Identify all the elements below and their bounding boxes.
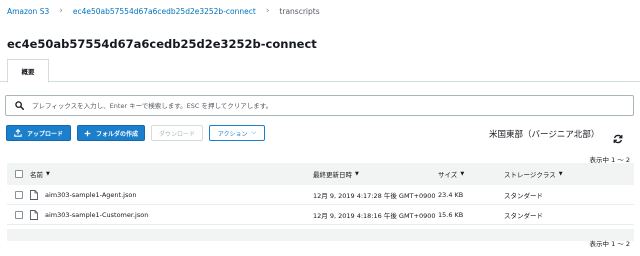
file-icon xyxy=(30,189,39,200)
sort-caret-icon: ▼ xyxy=(460,171,465,177)
cell-modified: 12月 9, 2019 4:17:28 午後 GMT+0900 xyxy=(313,191,436,200)
tab-overview[interactable]: 概要 xyxy=(7,59,49,83)
region-label: 米国東部（バージニア北部） xyxy=(489,130,600,140)
column-header-size-label: サイズ xyxy=(438,171,458,179)
breadcrumb-bucket-link[interactable]: ec4e50ab57554d67a6cedb25d2e3252b-connect xyxy=(73,7,256,16)
select-all-checkbox[interactable] xyxy=(14,170,23,178)
column-header-name[interactable]: 名前 ▼ xyxy=(30,169,313,179)
search-icon xyxy=(13,100,25,112)
chevron-down-icon: ⌵ xyxy=(251,129,257,136)
cell-modified: 12月 9, 2019 4:18:16 午後 GMT+0900 xyxy=(313,211,436,220)
table-row[interactable]: aim303-sample1-Customer.json 12月 9, 2019… xyxy=(7,205,634,225)
upload-icon xyxy=(14,129,22,137)
sort-caret-icon: ▼ xyxy=(355,171,359,177)
file-name-link[interactable]: aim303-sample1-Customer.json xyxy=(45,211,148,219)
upload-button-label: アップロード xyxy=(26,130,63,138)
tab-bar: 概要 xyxy=(0,58,640,83)
page-title: ec4e50ab57554d67a6cedb25d2e3252b-connect xyxy=(7,37,317,51)
toolbar: アップロード フォルダの作成 ダウンロード アクション ⌵ xyxy=(6,125,271,141)
upload-button[interactable]: アップロード xyxy=(6,125,71,141)
column-header-storage-class[interactable]: ストレージクラス ▼ xyxy=(504,169,634,179)
cell-storage-class: スタンダード xyxy=(504,191,543,200)
row-checkbox[interactable] xyxy=(14,210,23,219)
breadcrumb-separator: › xyxy=(59,5,63,16)
row-checkbox[interactable] xyxy=(14,190,23,199)
column-header-modified[interactable]: 最終更新日時 ▼ xyxy=(313,169,438,179)
pagination-status-bottom: 表示中 1 ～ 2 xyxy=(589,240,630,248)
objects-table: 名前 ▼ 最終更新日時 ▼ サイズ ▼ ストレージクラス ▼ aim303-sa… xyxy=(7,163,634,241)
table-row[interactable]: aim303-sample1-Agent.json 12月 9, 2019 4:… xyxy=(7,185,634,205)
breadcrumb-amazon-s3-link[interactable]: Amazon S3 xyxy=(7,7,49,16)
refresh-icon[interactable] xyxy=(613,129,623,144)
table-footer xyxy=(7,229,634,241)
sort-caret-icon: ▼ xyxy=(558,171,563,177)
column-header-name-label: 名前 xyxy=(30,171,43,179)
file-name-link[interactable]: aim303-sample1-Agent.json xyxy=(45,191,136,199)
breadcrumb: Amazon S3 › ec4e50ab57554d67a6cedb25d2e3… xyxy=(7,5,320,17)
column-header-size[interactable]: サイズ ▼ xyxy=(438,169,504,179)
actions-dropdown-label: アクション xyxy=(217,130,248,138)
column-header-modified-label: 最終更新日時 xyxy=(313,171,352,179)
column-header-storage-class-label: ストレージクラス xyxy=(504,171,556,179)
cell-size: 23.4 KB xyxy=(438,190,464,199)
download-button[interactable]: ダウンロード xyxy=(151,125,203,141)
table-header: 名前 ▼ 最終更新日時 ▼ サイズ ▼ ストレージクラス ▼ xyxy=(7,163,634,185)
breadcrumb-current-folder: transcripts xyxy=(279,6,320,16)
actions-dropdown[interactable]: アクション ⌵ xyxy=(209,125,265,141)
cell-storage-class: スタンダード xyxy=(504,211,543,220)
create-folder-button-label: フォルダの作成 xyxy=(95,130,138,138)
search-box xyxy=(5,95,634,116)
plus-icon xyxy=(84,130,91,137)
sort-caret-icon: ▼ xyxy=(46,171,50,177)
create-folder-button[interactable]: フォルダの作成 xyxy=(77,125,145,141)
search-input[interactable] xyxy=(32,96,633,115)
file-icon xyxy=(30,209,39,220)
breadcrumb-separator: › xyxy=(265,5,270,16)
cell-size: 15.6 KB xyxy=(438,210,464,219)
